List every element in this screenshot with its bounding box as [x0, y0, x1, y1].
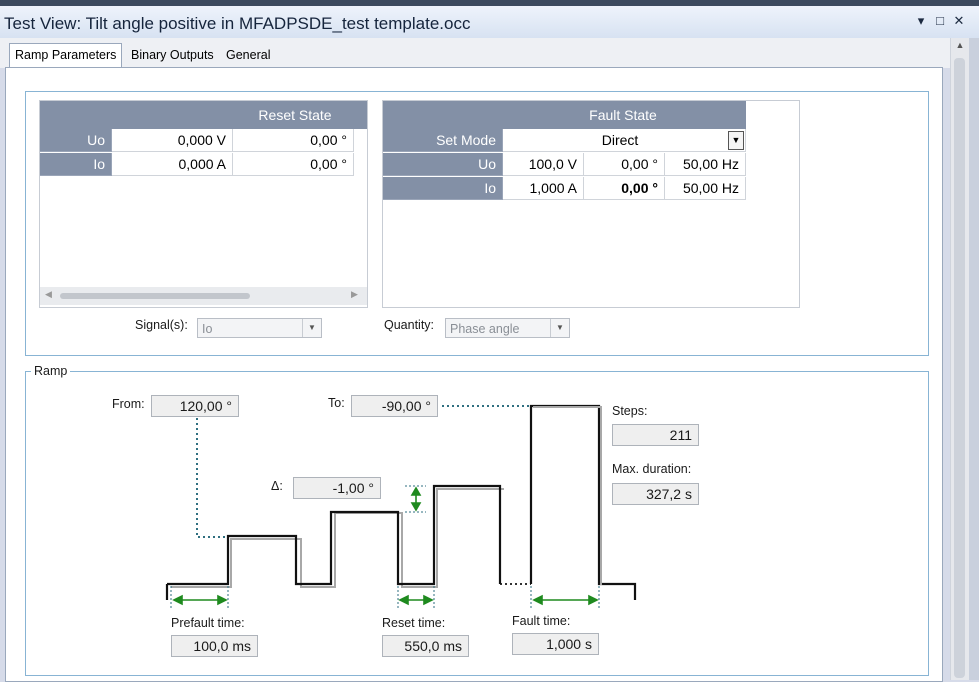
to-label: To: [328, 396, 345, 410]
fault-shadow [533, 406, 602, 585]
fault-time-field[interactable]: 1,000 s [512, 633, 599, 655]
time-arrows [172, 486, 599, 606]
ramp-diagram [165, 404, 637, 608]
from-label: From: [112, 397, 145, 411]
reset-time-field[interactable]: 550,0 ms [382, 635, 469, 657]
tab-general[interactable]: General [221, 44, 275, 66]
dropdown-menu-icon[interactable]: ▾ [913, 13, 929, 29]
steps-field[interactable]: 211 [612, 424, 699, 446]
prefault-time-label: Prefault time: [171, 616, 245, 630]
from-field[interactable]: 120,00 ° [151, 395, 239, 417]
tab-ramp-parameters[interactable]: Ramp Parameters [9, 43, 123, 68]
from-guide-line [196, 418, 228, 538]
tab-bar: Ramp Parameters Binary Outputs General [0, 38, 950, 68]
prefault-time-field[interactable]: 100,0 ms [171, 635, 258, 657]
ramp-parameters-panel: Reset State Uo 0,000 V 0,00 ° Io 0,000 A… [5, 67, 943, 682]
tab-binary-outputs[interactable]: Binary Outputs [126, 44, 219, 66]
to-field[interactable]: -90,00 ° [351, 395, 438, 417]
steps-label: Steps: [612, 404, 648, 418]
delta-field[interactable]: -1,00 ° [293, 477, 381, 499]
scroll-up-icon[interactable]: ▲ [951, 40, 969, 54]
title-bar: Test View: Tilt angle positive in MFADPS… [0, 6, 979, 39]
scrollbar-thumb[interactable] [954, 58, 965, 678]
window-edge [969, 38, 979, 680]
vertical-scrollbar[interactable]: ▲ [950, 38, 969, 680]
delta-label: Δ: [271, 479, 283, 493]
maximize-icon[interactable]: □ [932, 13, 948, 29]
ramp-shadow [171, 488, 504, 588]
close-icon[interactable]: ✕ [951, 13, 967, 29]
max-duration-field[interactable]: 327,2 s [612, 483, 699, 505]
ramp-waveform [167, 484, 502, 586]
fault-time-label: Fault time: [512, 614, 571, 628]
window-title: Test View: Tilt angle positive in MFADPS… [4, 14, 471, 33]
max-duration-label: Max. duration: [612, 462, 692, 476]
reset-time-label: Reset time: [382, 616, 446, 630]
